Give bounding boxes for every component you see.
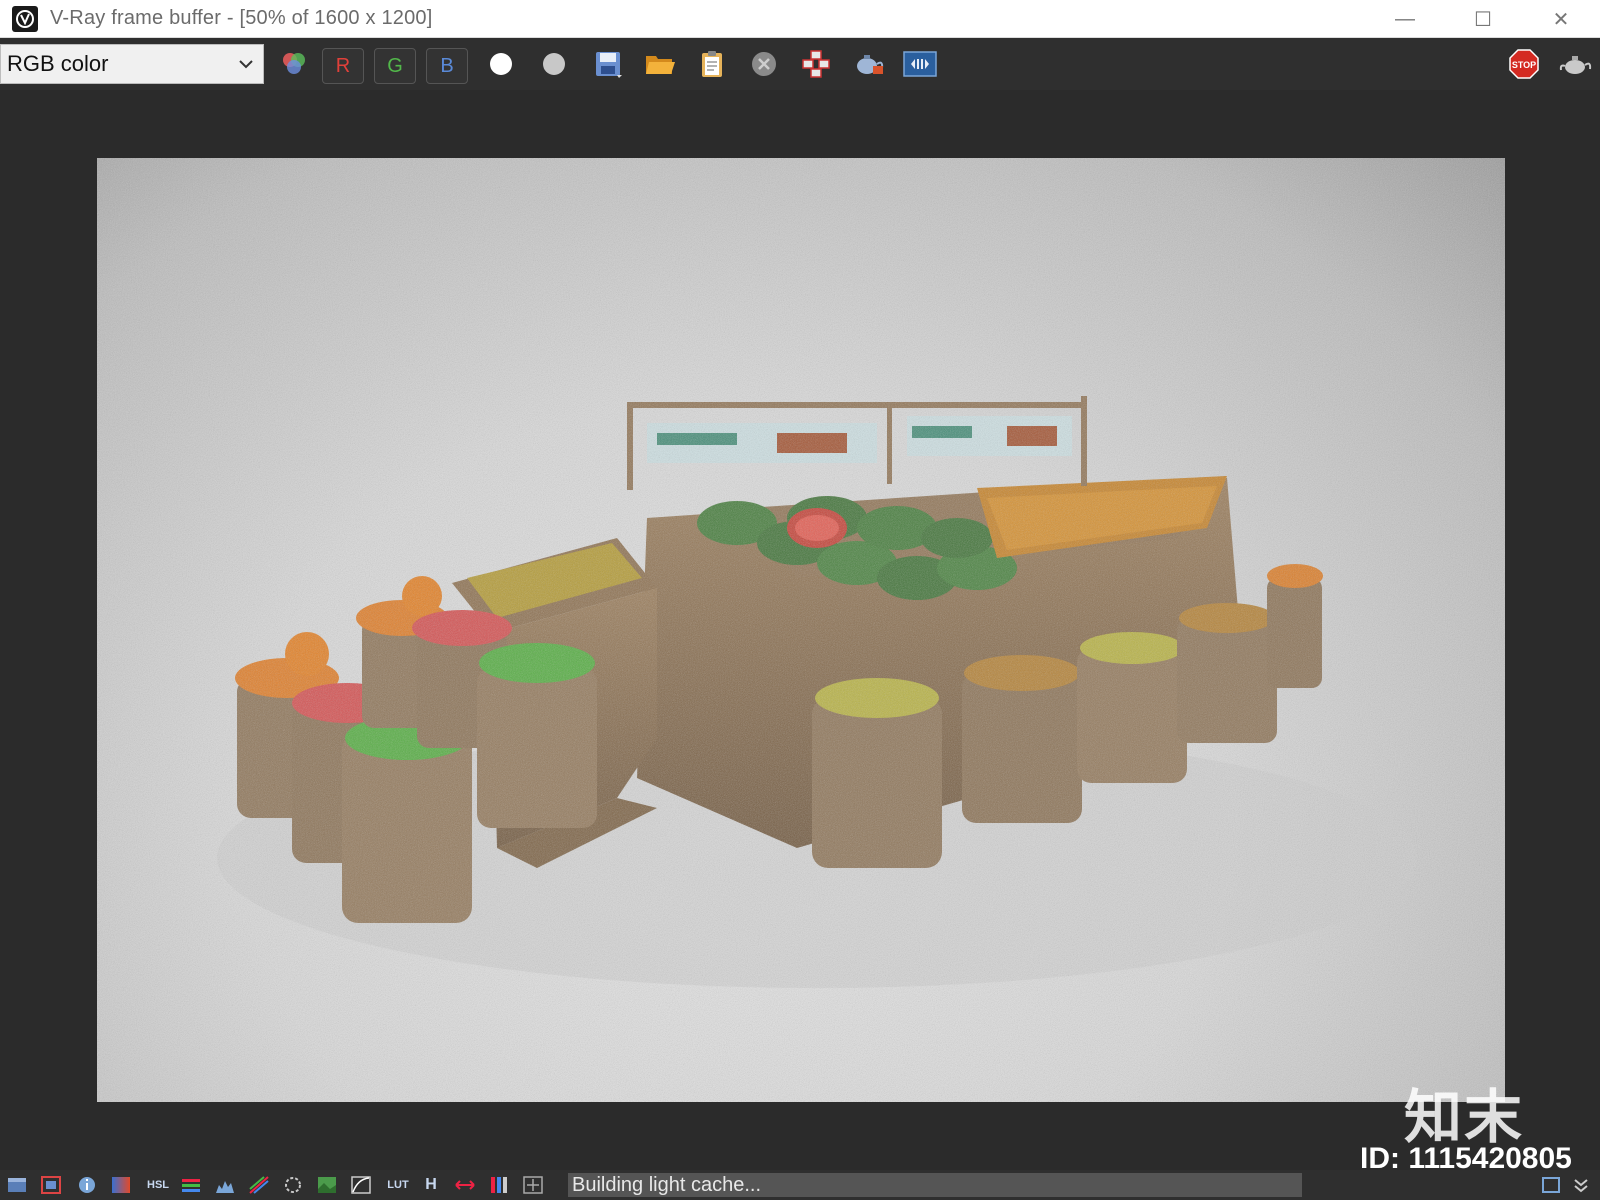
lut-label: LUT (387, 1179, 409, 1191)
view-toggle-icon[interactable] (1540, 1175, 1562, 1195)
title-bar: V-Ray frame buffer - [50% of 1600 x 1200… (0, 0, 1600, 38)
fruit-stand-render (97, 158, 1505, 1102)
info-icon[interactable] (76, 1175, 98, 1195)
compare-icon[interactable] (522, 1175, 544, 1195)
image-icon[interactable] (316, 1175, 338, 1195)
channel-dropdown[interactable]: RGB color (0, 44, 264, 84)
window-title: V-Ray frame buffer - [50% of 1600 x 1200… (50, 7, 433, 29)
red-channel-label: R (335, 54, 351, 77)
minimize-button[interactable]: — (1366, 0, 1444, 38)
frame-icon[interactable] (40, 1175, 62, 1195)
gradient-icon[interactable] (110, 1175, 132, 1195)
save-icon[interactable] (588, 48, 628, 80)
lens-icon[interactable] (282, 1175, 304, 1195)
chevron-down-icon (237, 53, 255, 79)
exposure-icon[interactable] (488, 1175, 510, 1195)
color-channels-icon[interactable] (274, 48, 314, 80)
levels-icon[interactable] (248, 1175, 270, 1195)
status-message: Building light cache... (568, 1173, 1302, 1197)
h-label: H (425, 1176, 437, 1193)
blue-channel-button[interactable]: B (426, 48, 468, 84)
hsl-icon[interactable]: HSL (144, 1175, 172, 1195)
stop-render-icon[interactable]: STOP (1504, 48, 1544, 80)
render-viewport[interactable] (0, 90, 1600, 1170)
clipboard-icon[interactable] (692, 48, 732, 80)
render-last-teapot-icon[interactable] (1556, 48, 1596, 80)
render-teapot-icon[interactable] (848, 48, 888, 80)
clear-image-icon[interactable] (744, 48, 784, 80)
h-icon[interactable]: H (420, 1175, 442, 1195)
red-channel-button[interactable]: R (322, 48, 364, 84)
green-channel-button[interactable]: G (374, 48, 416, 84)
region-render-icon[interactable] (796, 48, 836, 80)
balance-icon[interactable] (180, 1175, 202, 1195)
stretch-icon[interactable] (454, 1175, 476, 1195)
green-channel-label: G (387, 54, 403, 77)
window-icon[interactable] (6, 1175, 28, 1195)
hsl-label: HSL (147, 1179, 169, 1191)
alpha-white-icon[interactable] (481, 48, 521, 80)
histogram-icon[interactable] (214, 1175, 236, 1195)
vray-logo-icon (12, 5, 38, 32)
curve-icon[interactable] (350, 1175, 372, 1195)
monochrome-icon[interactable] (534, 48, 574, 80)
stop-label: STOP (1512, 60, 1536, 70)
vfb-history-icon[interactable] (900, 48, 940, 80)
channel-dropdown-value: RGB color (7, 51, 109, 76)
close-button[interactable]: ✕ (1522, 0, 1600, 38)
toolbar: RGB color R G B STOP (0, 38, 1600, 90)
maximize-button[interactable]: ☐ (1444, 0, 1522, 38)
blue-channel-label: B (440, 54, 454, 77)
rendered-image (97, 158, 1505, 1102)
status-bar: HSL LUT H Building light cache... (0, 1170, 1600, 1200)
expand-down-icon[interactable] (1570, 1175, 1592, 1195)
open-folder-icon[interactable] (640, 48, 680, 80)
lut-icon[interactable]: LUT (384, 1175, 412, 1195)
